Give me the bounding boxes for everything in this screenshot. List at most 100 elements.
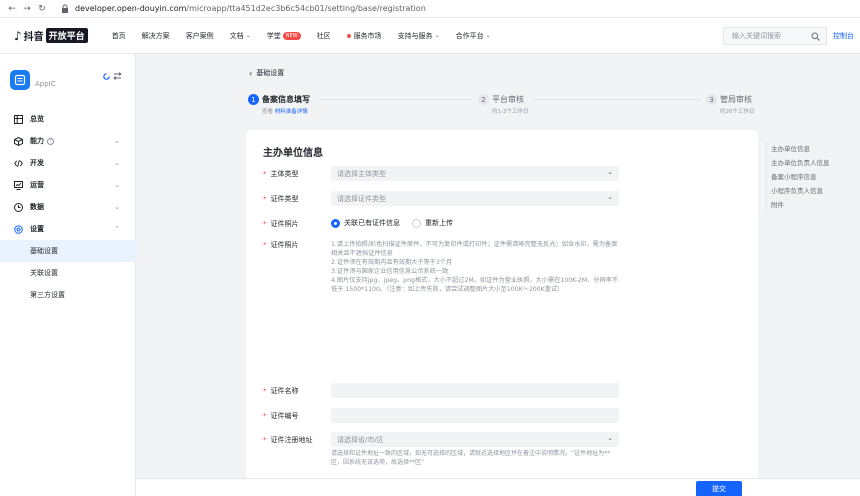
step-number: 1	[248, 94, 259, 105]
sidebar-item-label: 设置	[30, 225, 44, 233]
cert-address-select[interactable]: 请选择省/市/区 ⌄	[331, 432, 619, 447]
steps: 1 备案信息填写 查看 材料准备详情 2 平台审核 约1-3个工作日 3 管局审…	[248, 94, 856, 124]
sidebar-subitem-association-settings[interactable]: 关联设置	[0, 262, 136, 284]
material-details-link[interactable]: 材料准备详情	[275, 109, 308, 115]
nav-item-partners[interactable]: 合作平台 ⌄	[456, 31, 491, 41]
nav-item-label: 解决方案	[141, 31, 170, 40]
browser-url-bar: ← → ↻ developer.open-douyin.com/microapp…	[0, 0, 860, 18]
nav-item-docs[interactable]: 文档 ⌄	[230, 31, 251, 41]
form-section-title: 主办单位信息	[263, 148, 323, 159]
field-label-text: 证件注册地址	[270, 436, 313, 444]
sidebar-item-develop[interactable]: 开发 ⌄	[0, 152, 136, 174]
sidebar-menu: 总览 能力 ? ⌄ 开发 ⌄ 运营 ⌄ 数据 ⌄ 设置 ⌃ 基础设置 关联设置 …	[0, 108, 136, 306]
step-connector	[320, 99, 472, 100]
step-number: 3	[706, 94, 717, 105]
bottom-action-bar: 提交	[136, 478, 860, 496]
radio-link-existing[interactable]	[331, 218, 340, 228]
select-placeholder: 请选择证件类型	[337, 194, 386, 203]
field-label-text: 证件照片	[270, 241, 299, 249]
chevron-up-icon: ⌃	[114, 225, 120, 233]
search-box	[723, 27, 827, 45]
chevron-down-icon: ⌄	[114, 159, 120, 167]
logo[interactable]: ♪ 抖音 开放平台	[14, 28, 88, 43]
chevron-left-icon: ‹	[249, 68, 253, 78]
nav-item-community[interactable]: 社区	[317, 31, 331, 41]
sidebar-item-capability[interactable]: 能力 ? ⌄	[0, 130, 136, 152]
monitor-chart-icon	[14, 180, 23, 190]
nav-item-label: 合作平台	[455, 31, 484, 40]
nav-item-service-market[interactable]: 服务市场	[346, 31, 382, 41]
select-placeholder: 请选择主体类型	[337, 169, 386, 178]
anchor-item[interactable]: 主办单位负责人信息	[767, 156, 856, 170]
grid-icon	[14, 114, 23, 124]
field-label: * 证件照片	[263, 220, 299, 228]
back-link[interactable]: ‹ 基础设置	[249, 68, 284, 78]
sidebar-subitem-basic-settings[interactable]: 基础设置	[0, 240, 136, 262]
field-label: * 证件名称	[263, 387, 299, 395]
submit-button[interactable]: 提交	[696, 481, 742, 496]
radio-label[interactable]: 关联已有证件信息	[344, 218, 400, 228]
help-icon[interactable]: ?	[47, 137, 54, 145]
cert-photo-radio-group: 关联已有证件信息 重新上传	[331, 218, 465, 228]
address-tip: 请选择和证件地址一致的区域，如无可选择的区域，请就近选择地区并在备注中说明情况。…	[331, 450, 611, 466]
form-card: 主办单位信息 * 主体类型 请选择主体类型 ⌄ * 证件类型 请选择证件类型 ⌄ * 证件…	[246, 130, 758, 496]
clock-icon	[14, 202, 23, 212]
sidebar-item-data[interactable]: 数据 ⌄	[0, 196, 136, 218]
sidebar-item-settings[interactable]: 设置 ⌃	[0, 218, 136, 240]
cert-number-input[interactable]	[331, 408, 619, 423]
forward-arrow-icon[interactable]: →	[21, 3, 33, 15]
nav-item-label: 学堂	[266, 31, 281, 40]
back-arrow-icon[interactable]: ←	[6, 3, 18, 15]
subject-type-select[interactable]: 请选择主体类型 ⌄	[331, 166, 619, 181]
search-icon[interactable]	[811, 32, 820, 43]
code-icon	[14, 159, 23, 168]
sidebar-item-label: 开发	[30, 159, 44, 167]
radio-reupload[interactable]	[412, 218, 421, 228]
chevron-down-icon: ⌄	[114, 181, 120, 189]
red-dot-icon	[346, 33, 351, 38]
chevron-down-icon: ⌄	[607, 168, 613, 176]
requirement-line: 3.证件须与国家企业信用信息公示系统一致	[331, 268, 449, 275]
nav-item-label: 支持与服务	[397, 31, 433, 40]
sidebar-item-overview[interactable]: 总览	[0, 108, 136, 130]
lock-icon	[61, 4, 71, 14]
console-link[interactable]: 控制台	[833, 31, 854, 41]
anchor-nav: 主办单位信息 主办单位负责人信息 备案小程序信息 小程序负责人信息 附件	[766, 142, 856, 212]
loading-icon	[103, 72, 110, 80]
main-content: ‹ 基础设置 1 备案信息填写 查看 材料准备详情 2 平台审核 约1-3个工作…	[136, 54, 860, 496]
switch-icon	[113, 72, 122, 80]
nav-item-academy[interactable]: 学堂 NEW	[267, 31, 301, 41]
anchor-item[interactable]: 备案小程序信息	[767, 170, 856, 184]
requirement-line: 2.证件须在有效期内且有效期大于等于3个月	[331, 259, 453, 266]
field-label-text: 证件类型	[270, 195, 299, 203]
new-badge: NEW	[282, 31, 301, 40]
nav-item-support[interactable]: 支持与服务 ⌄	[398, 31, 440, 41]
nav-item-home[interactable]: 首页	[112, 31, 126, 41]
radio-label[interactable]: 重新上传	[425, 218, 453, 228]
step-title: 管局审核	[720, 95, 752, 104]
step-title: 备案信息填写	[262, 95, 310, 104]
anchor-item[interactable]: 小程序负责人信息	[767, 184, 856, 198]
reload-icon[interactable]: ↻	[36, 3, 48, 15]
nav-item-solutions[interactable]: 解决方案	[142, 31, 170, 41]
nav-item-label: 社区	[316, 31, 331, 40]
nav-item-label: 服务市场	[353, 31, 382, 40]
nav-item-cases[interactable]: 客户案例	[186, 31, 214, 41]
cert-name-input[interactable]	[331, 383, 619, 398]
cert-type-select[interactable]: 请选择证件类型 ⌄	[331, 191, 619, 206]
app-icon[interactable]	[10, 70, 30, 90]
sidebar-item-operations[interactable]: 运营 ⌄	[0, 174, 136, 196]
search-input[interactable]	[732, 32, 812, 40]
anchor-item[interactable]: 附件	[767, 198, 856, 212]
chevron-down-icon: ⌄	[607, 434, 613, 442]
douyin-note-icon: ♪	[14, 28, 22, 43]
anchor-item[interactable]: 主办单位信息	[767, 142, 856, 156]
app-switcher[interactable]	[103, 72, 122, 80]
sidebar-subitem-third-party-settings[interactable]: 第三方设置	[0, 284, 136, 306]
sidebar-item-label: 运营	[30, 181, 44, 189]
field-label-text: 证件名称	[270, 387, 299, 395]
field-label: * 证件照片	[263, 241, 299, 249]
url-text[interactable]: developer.open-douyin.com/microapp/tta45…	[75, 4, 426, 13]
requirement-line: 4.图片仅支持jpg、jpeg、png格式，大小不超过2M。如证件为营业执照，大…	[331, 277, 619, 293]
chevron-down-icon: ⌄	[245, 32, 251, 39]
